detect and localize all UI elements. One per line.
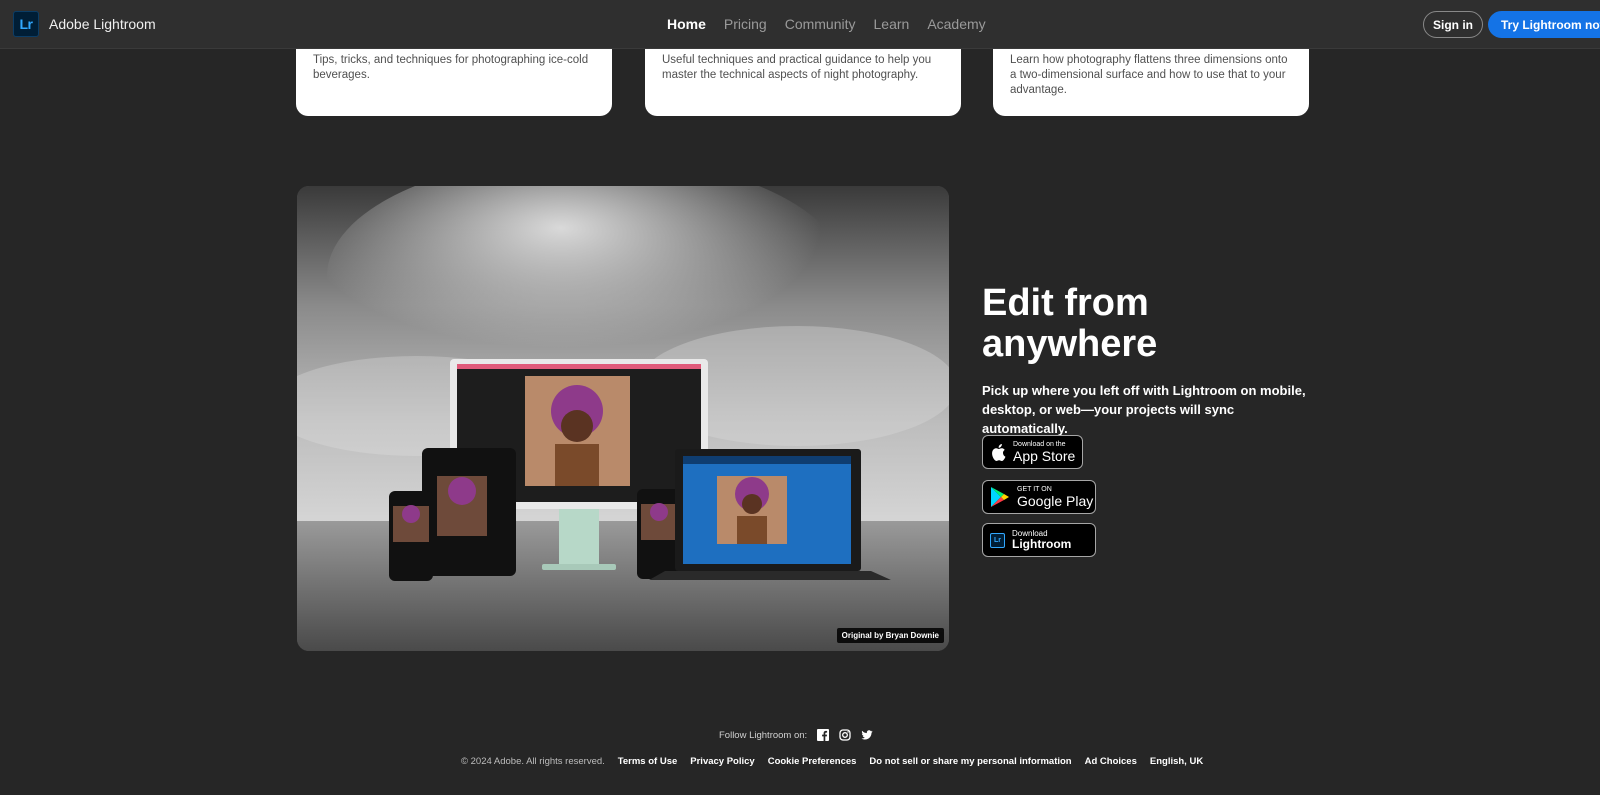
instagram-icon[interactable] [839,729,851,741]
brand-home-link[interactable]: Lr Adobe Lightroom [13,11,156,37]
card-description: Tips, tricks, and techniques for photogr… [313,54,589,81]
google-play-badge[interactable]: GET IT ON Google Play [982,480,1096,514]
nav-home[interactable]: Home [667,16,706,32]
article-card-dimensions[interactable]: Learn how photography flattens three dim… [993,40,1309,116]
do-not-sell-link[interactable]: Do not sell or share my personal informa… [869,756,1071,767]
try-lightroom-button[interactable]: Try Lightroom now [1488,11,1600,38]
facebook-icon[interactable] [817,729,830,741]
follow-label: Follow Lightroom on: [719,729,808,741]
lightroom-logo-icon: Lr [13,11,39,37]
terms-of-use-link[interactable]: Terms of Use [618,756,677,767]
nav-pricing[interactable]: Pricing [724,16,767,32]
appstore-big-text: App Store [1013,447,1076,464]
hero-illustration [297,186,949,651]
brand-name: Adobe Lightroom [49,16,156,32]
nav-learn[interactable]: Learn [874,16,910,32]
social-follow: Follow Lightroom on: [719,729,873,741]
main-nav: Home Pricing Community Learn Academy [667,16,986,32]
lightroom-mini-icon: Lr [990,532,1005,548]
top-navigation-bar: Lr Adobe Lightroom Home Pricing Communit… [0,0,1600,49]
google-play-icon [991,487,1009,507]
copyright: © 2024 Adobe. All rights reserved. [461,756,605,767]
cookie-preferences-link[interactable]: Cookie Preferences [768,756,857,767]
lr-big-text: Lightroom [1012,537,1072,551]
app-store-badge[interactable]: Download on the App Store [982,435,1083,469]
photo-credit: Original by Bryan Downie [836,628,944,643]
article-card-beverages[interactable]: Tips, tricks, and techniques for photogr… [296,40,612,116]
devices-hero-image: Original by Bryan Downie [297,186,949,651]
feature-headline: Edit from anywhere [982,282,1158,365]
legal-links: © 2024 Adobe. All rights reserved. Terms… [461,756,1203,767]
twitter-icon[interactable] [861,729,873,741]
nav-academy[interactable]: Academy [927,16,985,32]
apple-icon [992,443,1006,461]
feature-description: Pick up where you left off with Lightroo… [982,383,1306,436]
language-selector[interactable]: English, UK [1150,756,1203,767]
sign-in-button[interactable]: Sign in [1423,11,1483,38]
privacy-policy-link[interactable]: Privacy Policy [690,756,754,767]
nav-community[interactable]: Community [785,16,856,32]
gplay-big-text: Google Play [1017,492,1094,509]
ad-choices-link[interactable]: Ad Choices [1085,756,1137,767]
card-description: Learn how photography flattens three dim… [1010,54,1288,96]
download-lightroom-badge[interactable]: Lr Download Lightroom [982,523,1096,557]
card-description: Useful techniques and practical guidance… [662,54,932,81]
article-card-night-photography[interactable]: Useful techniques and practical guidance… [645,40,961,116]
